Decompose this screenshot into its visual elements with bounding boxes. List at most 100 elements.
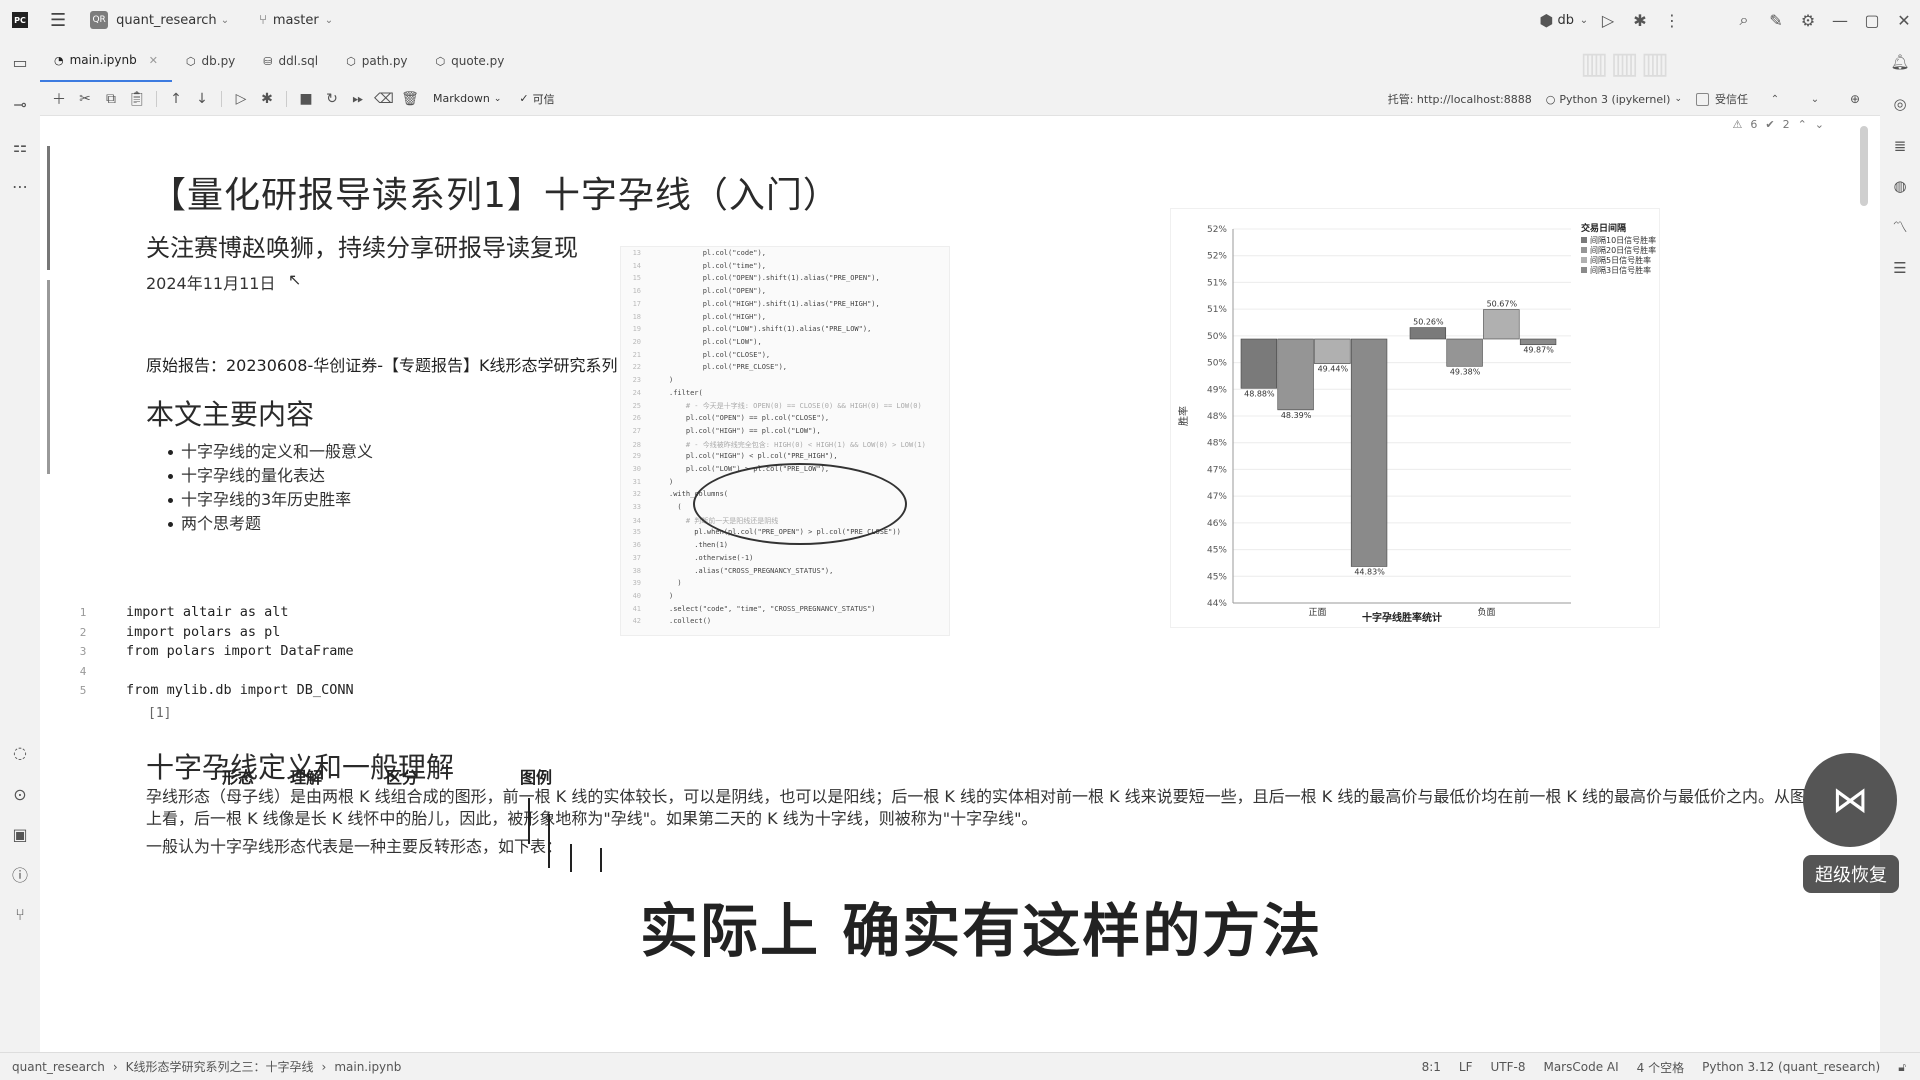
- move-up-icon[interactable]: ↑: [163, 91, 189, 107]
- interrupt-icon[interactable]: ■: [293, 91, 319, 107]
- restart-kernel-icon[interactable]: ↻: [319, 91, 345, 107]
- file-encoding[interactable]: UTF-8: [1490, 1060, 1525, 1074]
- breadcrumb-project[interactable]: quant_research: [12, 1060, 105, 1074]
- jupyter-icon[interactable]: ◍: [1888, 174, 1912, 198]
- chevron-down-icon: ⌄: [1674, 94, 1682, 104]
- minimize-icon[interactable]: —: [1824, 11, 1856, 30]
- title-bar: PC ☰ QR quant_research ⌄ ⑂ master ⌄ ⬢ db…: [0, 0, 1920, 40]
- delete-icon[interactable]: 🗑︎: [397, 91, 423, 107]
- code-image-line-text: pl.col("LOW").shift(1).alias("PRE_LOW"),: [669, 325, 872, 334]
- legend-title: 交易日间隔: [1581, 222, 1626, 234]
- ai-plugin-status[interactable]: MarsCode AI: [1543, 1060, 1618, 1074]
- jupyter-server-selector[interactable]: 托管: http://localhost:8888: [1388, 91, 1532, 107]
- code-line[interactable]: 5 from mylib.db import DB_CONN: [40, 682, 354, 698]
- line-separator[interactable]: LF: [1459, 1060, 1473, 1074]
- python-interpreter[interactable]: Python 3.12 (quant_research): [1702, 1060, 1880, 1074]
- collapse-up-icon[interactable]: ⌃: [1762, 94, 1788, 105]
- code-with-me-icon[interactable]: ✎: [1760, 11, 1792, 30]
- breadcrumb-file[interactable]: main.ipynb: [334, 1060, 401, 1074]
- add-cell-icon[interactable]: ＋: [46, 89, 72, 109]
- tab-path-py[interactable]: ⬡ path.py: [332, 40, 421, 82]
- folder-icon[interactable]: ▭: [8, 50, 32, 74]
- chevron-down-icon[interactable]: ⌄: [1815, 118, 1824, 131]
- debug-icon[interactable]: ✱: [1624, 11, 1656, 30]
- indent-setting[interactable]: 4 个空格: [1637, 1059, 1684, 1076]
- tab-quote-py[interactable]: ⬡ quote.py: [422, 40, 519, 82]
- notifications-bell-icon[interactable]: 🔔︎: [1888, 50, 1912, 74]
- lock-icon[interactable]: 🔓︎: [1898, 1060, 1906, 1075]
- code-image-line-text: pl.col("OPEN").shift(1).alias("PRE_OPEN"…: [669, 274, 880, 283]
- collapse-down-icon[interactable]: ⌄: [1802, 94, 1828, 105]
- database-icon[interactable]: ≣: [1888, 134, 1912, 158]
- code-line[interactable]: 4: [40, 663, 126, 679]
- cursor-position[interactable]: 8:1: [1422, 1060, 1441, 1074]
- clear-outputs-icon[interactable]: ⌫: [371, 91, 397, 107]
- main-menu-icon[interactable]: ☰: [50, 10, 66, 31]
- globe-icon[interactable]: ⊕: [1842, 92, 1868, 106]
- run-cell-icon[interactable]: ▷: [228, 91, 254, 107]
- code-image-line-text: (: [669, 503, 682, 511]
- run-all-icon[interactable]: ⏩︎: [345, 91, 371, 107]
- restore-icon[interactable]: ⋈: [1803, 753, 1897, 847]
- copy-icon[interactable]: ⧉: [98, 91, 124, 107]
- cut-icon[interactable]: ✂: [72, 91, 98, 107]
- tab-db-py[interactable]: ⬡ db.py: [172, 40, 249, 82]
- debug-cell-icon[interactable]: ✱: [254, 91, 280, 107]
- breadcrumb-folder[interactable]: K线形态学研究系列之三：十字孕线: [126, 1058, 314, 1075]
- chevron-up-icon[interactable]: ⌃: [1798, 118, 1807, 131]
- y-tick-label: 48%: [1207, 412, 1227, 422]
- code-line[interactable]: 1 import altair as alt: [40, 604, 289, 620]
- close-tab-icon[interactable]: ✕: [149, 54, 158, 67]
- settings-gear-icon[interactable]: ⚙: [1792, 11, 1824, 30]
- code-line[interactable]: 3 from polars import DataFrame: [40, 643, 354, 659]
- cell-type-dropdown[interactable]: Markdown ⌄: [433, 92, 501, 105]
- git-icon[interactable]: ⑂: [8, 902, 32, 926]
- python-packages-icon[interactable]: ◌: [8, 740, 32, 764]
- code-image-line-text: # - 今天是十字线: OPEN(0) == CLOSE(0) && HIGH(…: [669, 402, 922, 411]
- code-line[interactable]: 2 import polars as pl: [40, 624, 281, 640]
- chevron-down-icon[interactable]: ⌄: [1576, 15, 1592, 26]
- kernel-selector[interactable]: ○ Python 3 (ipykernel) ⌄: [1546, 93, 1682, 106]
- python-file-icon: ⬡: [435, 54, 446, 68]
- structure-icon[interactable]: ⚏: [8, 134, 32, 158]
- notebook-subtitle: 关注赛博赵唤狮，持续分享研报导读复现: [146, 234, 578, 262]
- trusted-indicator[interactable]: ✓ 可信: [519, 91, 554, 107]
- restore-label[interactable]: 超级恢复: [1803, 855, 1899, 893]
- maximize-icon[interactable]: ▢: [1856, 11, 1888, 30]
- run-config-selector[interactable]: db: [1557, 13, 1574, 28]
- move-down-icon[interactable]: ↓: [189, 91, 215, 107]
- divider: [156, 90, 157, 107]
- legend-item: 间隔5日信号胜率: [1590, 255, 1651, 265]
- chevron-down-icon[interactable]: ⌄: [221, 15, 229, 26]
- more-tools-icon[interactable]: ⋯: [8, 174, 32, 198]
- run-icon[interactable]: ▷: [1592, 11, 1624, 30]
- code-image-line-number: 41: [632, 604, 641, 613]
- terminal-icon[interactable]: ▣: [8, 822, 32, 846]
- tab-ddl-sql[interactable]: ⛁ ddl.sql: [249, 40, 332, 82]
- services-icon[interactable]: ⊙: [8, 782, 32, 806]
- code-image-line-number: 28: [632, 440, 641, 449]
- code-image-line: 20 pl.col("LOW"),: [621, 338, 762, 346]
- branch-selector[interactable]: ⑂ master ⌄: [259, 13, 333, 28]
- trust-toggle[interactable]: 受信任: [1696, 91, 1748, 107]
- trust-checkbox[interactable]: [1696, 92, 1709, 106]
- chevron-down-icon: ⌄: [324, 14, 334, 26]
- paste-icon[interactable]: 📋︎: [124, 91, 150, 107]
- close-icon[interactable]: ✕: [1888, 11, 1920, 30]
- chart-bar: [1240, 338, 1278, 389]
- inspection-widget[interactable]: ⚠ 6 ✔ 2 ⌃ ⌄: [1732, 118, 1824, 131]
- problems-icon[interactable]: ⓘ: [8, 862, 32, 886]
- variables-icon[interactable]: ☰: [1888, 256, 1912, 280]
- super-restore-widget[interactable]: ⋈ 超级恢复: [1803, 753, 1899, 893]
- search-icon[interactable]: ⌕: [1728, 10, 1760, 30]
- tab-main-ipynb[interactable]: ◔ main.ipynb ✕: [40, 40, 172, 82]
- sciview-icon[interactable]: 〽: [1888, 214, 1912, 238]
- more-icon[interactable]: ⋮: [1656, 11, 1688, 30]
- code-image-line-text: pl.col("HIGH") == pl.col("LOW"),: [669, 426, 821, 435]
- ai-assistant-icon[interactable]: ◎: [1888, 92, 1912, 116]
- vertical-scrollbar[interactable]: [1860, 126, 1868, 206]
- code-image-line-text: pl.col("HIGH").shift(1).alias("PRE_HIGH"…: [669, 299, 880, 308]
- commit-icon[interactable]: ⊸: [8, 92, 32, 116]
- code-text: import altair as alt: [126, 604, 289, 620]
- project-selector[interactable]: quant_research: [116, 13, 217, 28]
